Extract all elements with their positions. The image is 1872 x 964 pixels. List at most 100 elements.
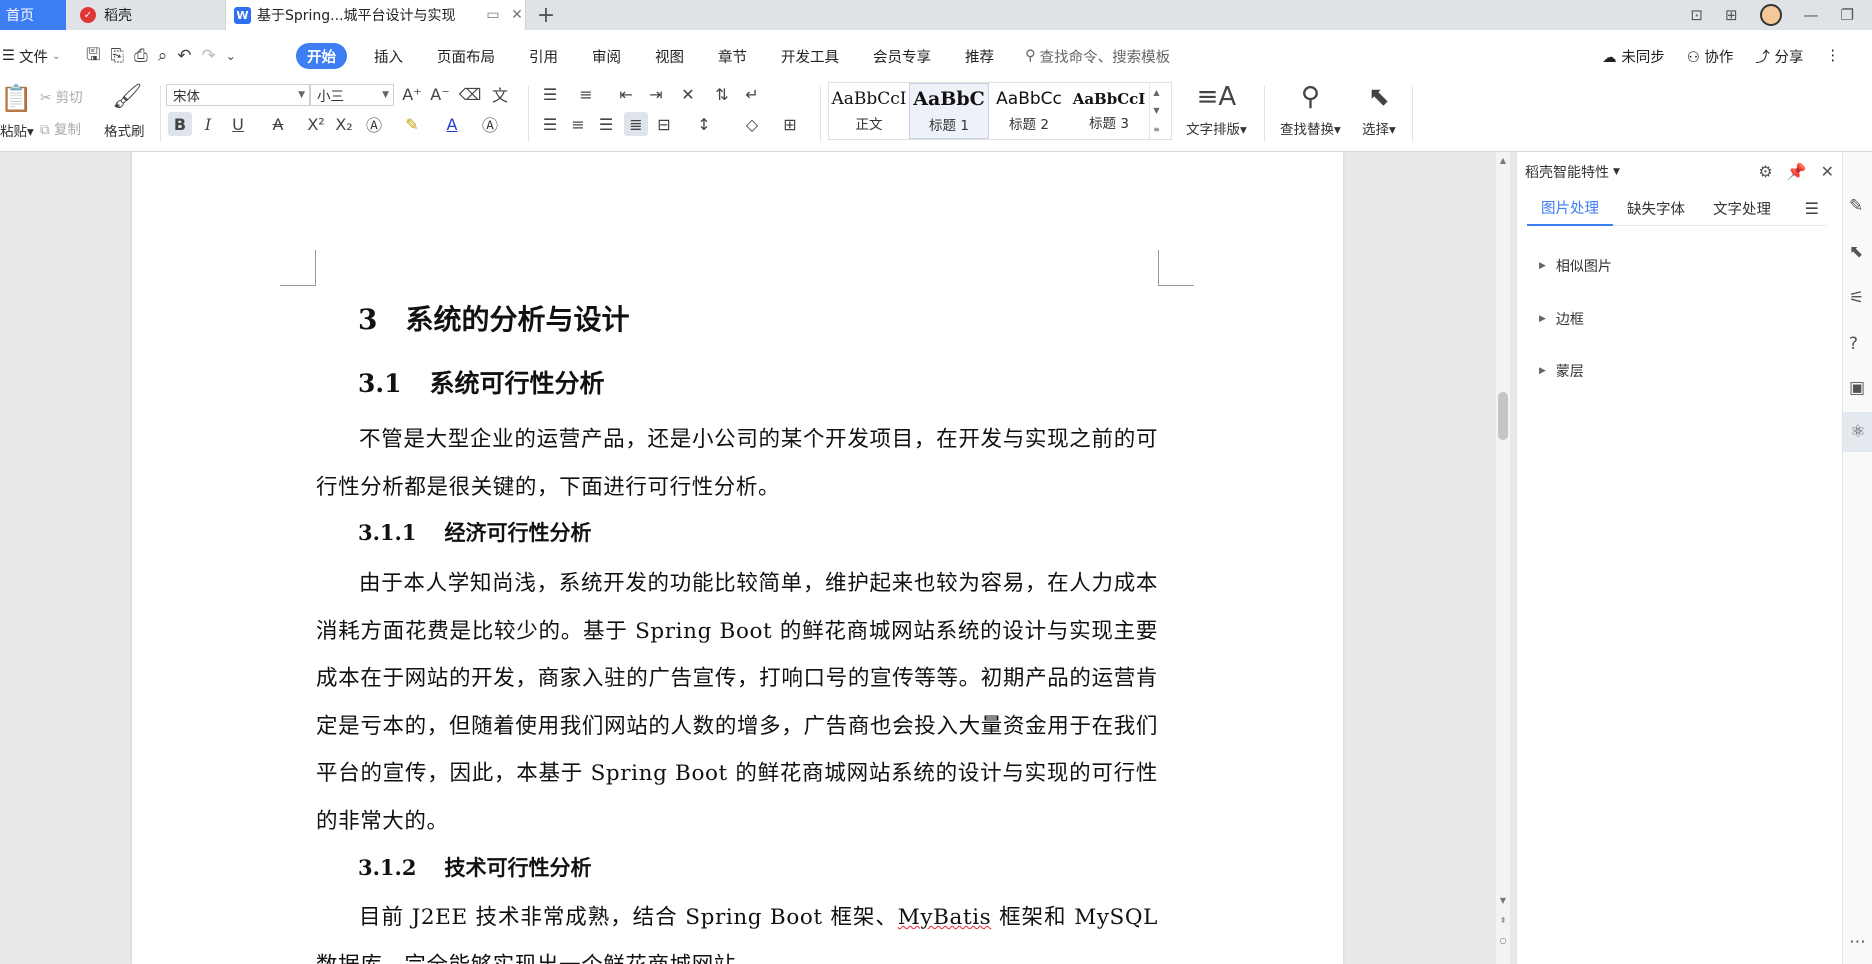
panel-title[interactable]: 稻壳智能特性 ▼ [1525,162,1620,182]
sync-button[interactable]: ☁ 未同步 [1602,46,1665,67]
scrollbar-thumb[interactable] [1498,392,1508,440]
style-heading-2[interactable]: AaBbCc 标题 2 [989,83,1069,139]
section-similar-images[interactable]: ▶ 相似图片 [1539,256,1612,276]
decrease-indent-icon[interactable]: ⇤ [614,82,638,106]
share-button[interactable]: ⤴ 分享 [1755,46,1803,67]
tab-document[interactable]: W 基于Spring...城平台设计与实现 ▭ ✕ [226,0,526,30]
underline-icon[interactable]: U [226,112,250,136]
tab-home[interactable]: 首页 [0,0,66,30]
print-preview-icon[interactable]: ⌕ [158,46,168,66]
menu-item-member[interactable]: 会员专享 [856,43,948,69]
font-size-select[interactable]: 小三 ▼ [310,84,394,106]
style-heading-1[interactable]: AaBbC 标题 1 [909,83,989,139]
distributed-icon[interactable]: ⊟ [652,112,676,136]
smart-features-icon[interactable]: ⚛ [1843,412,1872,452]
more-icon[interactable]: ⋮ [1826,48,1841,64]
show-marks-icon[interactable]: ↵ [740,82,764,106]
format-painter-icon[interactable]: 🖌 [112,82,142,110]
menu-item-references[interactable]: 引用 [512,43,575,69]
edit-icon[interactable]: ✎ [1849,196,1863,216]
clear-format-icon[interactable]: ⌫ [458,82,482,106]
customize-icon[interactable]: ⌄ [226,49,236,63]
cut-button[interactable]: ✂ 剪切 [40,86,83,106]
justify-icon[interactable]: ≣ [624,112,648,136]
align-center-icon[interactable]: ≡ [566,112,590,136]
paste-button[interactable]: 粘贴▾ [0,120,34,140]
restore-icon[interactable]: ❐ [1841,6,1854,24]
more-icon[interactable]: ⋯ [1849,932,1866,952]
menu-item-developer[interactable]: 开发工具 [764,43,856,69]
undo-icon[interactable]: ↶ [177,46,191,66]
section-border[interactable]: ▶ 边框 [1539,309,1584,329]
expand-icon[interactable]: ≡ [1153,125,1160,134]
gear-icon[interactable]: ⚙ [1758,162,1772,181]
close-tab-icon[interactable]: ✕ [509,7,525,23]
style-normal[interactable]: AaBbCcI 正文 [829,83,909,139]
menu-item-insert[interactable]: 插入 [357,43,420,69]
copy-button[interactable]: ⧉ 复制 [40,118,81,138]
line-spacing-icon[interactable]: ↕ [692,112,716,136]
shading-icon[interactable]: ◇ [740,112,764,136]
menu-item-recommend[interactable]: 推荐 [948,43,1011,69]
menu-item-review[interactable]: 审阅 [575,43,638,69]
shrink-font-icon[interactable]: A⁻ [428,82,452,106]
increase-indent-icon[interactable]: ⇥ [644,82,668,106]
tab-daoke[interactable]: ✓ 稻壳 [66,0,226,30]
borders-icon[interactable]: ⊞ [778,112,802,136]
highlight-icon[interactable]: ✎ [400,112,424,136]
tab-image-processing[interactable]: 图片处理 [1527,192,1613,226]
tab-missing-fonts[interactable]: 缺失字体 [1613,192,1699,226]
adjust-icon[interactable]: ⚟ [1849,288,1864,308]
export-pdf-icon[interactable]: ⎘ [110,46,124,66]
layout-switch-icon[interactable]: ⊡ [1690,6,1703,24]
new-tab-button[interactable]: + [526,0,566,30]
style-heading-3[interactable]: AaBbCcI 标题 3 [1069,83,1149,139]
section-mask[interactable]: ▶ 蒙层 [1539,361,1584,381]
text-effect-icon[interactable]: Ⓐ [362,112,386,136]
align-right-icon[interactable]: ☰ [594,112,618,136]
select-browse-icon[interactable]: ○ [1496,936,1510,945]
subscript-icon[interactable]: X₂ [332,112,356,136]
menu-icon[interactable]: ☰ [1805,199,1827,218]
scroll-down-icon[interactable]: ▼ [1496,896,1510,905]
save-icon[interactable]: 🖫 [86,42,100,71]
avatar[interactable] [1759,4,1782,26]
redo-icon[interactable]: ↷ [201,46,215,66]
print-icon[interactable]: ⎙ [134,46,148,66]
grow-font-icon[interactable]: A⁺ [400,82,424,106]
pin-icon[interactable]: 📌 [1787,162,1807,181]
text-layout-button[interactable]: ≡A 文字排版▾ [1186,82,1247,138]
tab-text-processing[interactable]: 文字处理 [1699,192,1785,226]
phonetic-guide-icon[interactable]: 文 [488,82,512,106]
format-painter-label[interactable]: 格式刷 [104,120,145,140]
menu-item-home[interactable]: 开始 [296,43,347,69]
select-button[interactable]: ⬉ 选择▾ [1362,82,1396,138]
gallery-scroll[interactable]: ▲ ▼ ≡ [1149,83,1163,139]
menu-item-chapter[interactable]: 章节 [701,43,764,69]
file-menu[interactable]: ☰ 文件 ⌄ [0,46,78,67]
image-icon[interactable]: ▣ [1849,378,1865,398]
scroll-up-icon[interactable]: ▲ [1496,156,1510,165]
help-icon[interactable]: ? [1849,334,1858,354]
screen-icon[interactable]: ▭ [485,7,501,23]
bullet-list-icon[interactable]: ☰ [538,82,562,106]
select-cursor-icon[interactable]: ⬉ [1849,242,1863,262]
chinese-layout-icon[interactable]: ✕ [676,82,700,106]
sort-icon[interactable]: ⇅ [710,82,734,106]
numbered-list-icon[interactable]: ≡ [574,82,598,106]
align-left-icon[interactable]: ☰ [538,112,562,136]
menu-item-view[interactable]: 视图 [638,43,701,69]
superscript-icon[interactable]: X² [304,112,328,136]
menu-item-page-layout[interactable]: 页面布局 [420,43,512,69]
close-icon[interactable]: ✕ [1821,162,1834,181]
minimize-icon[interactable]: — [1804,6,1819,24]
paste-icon[interactable]: 📋 [0,84,32,114]
vertical-scrollbar[interactable]: ▲ ▼ ⇞ ○ [1496,152,1510,964]
chevron-up-icon[interactable]: ▲ [1153,88,1159,97]
collab-button[interactable]: ⚇ 协作 [1687,46,1734,67]
document-page[interactable]: 3 系统的分析与设计 3.1 系统可行性分析 不管是大型企业的运营产品，还是小公司的… [132,152,1343,964]
prev-page-icon[interactable]: ⇞ [1496,916,1510,925]
chevron-down-icon[interactable]: ▼ [1153,106,1159,115]
italic-icon[interactable]: I [196,112,220,136]
bold-icon[interactable]: B [168,112,192,136]
